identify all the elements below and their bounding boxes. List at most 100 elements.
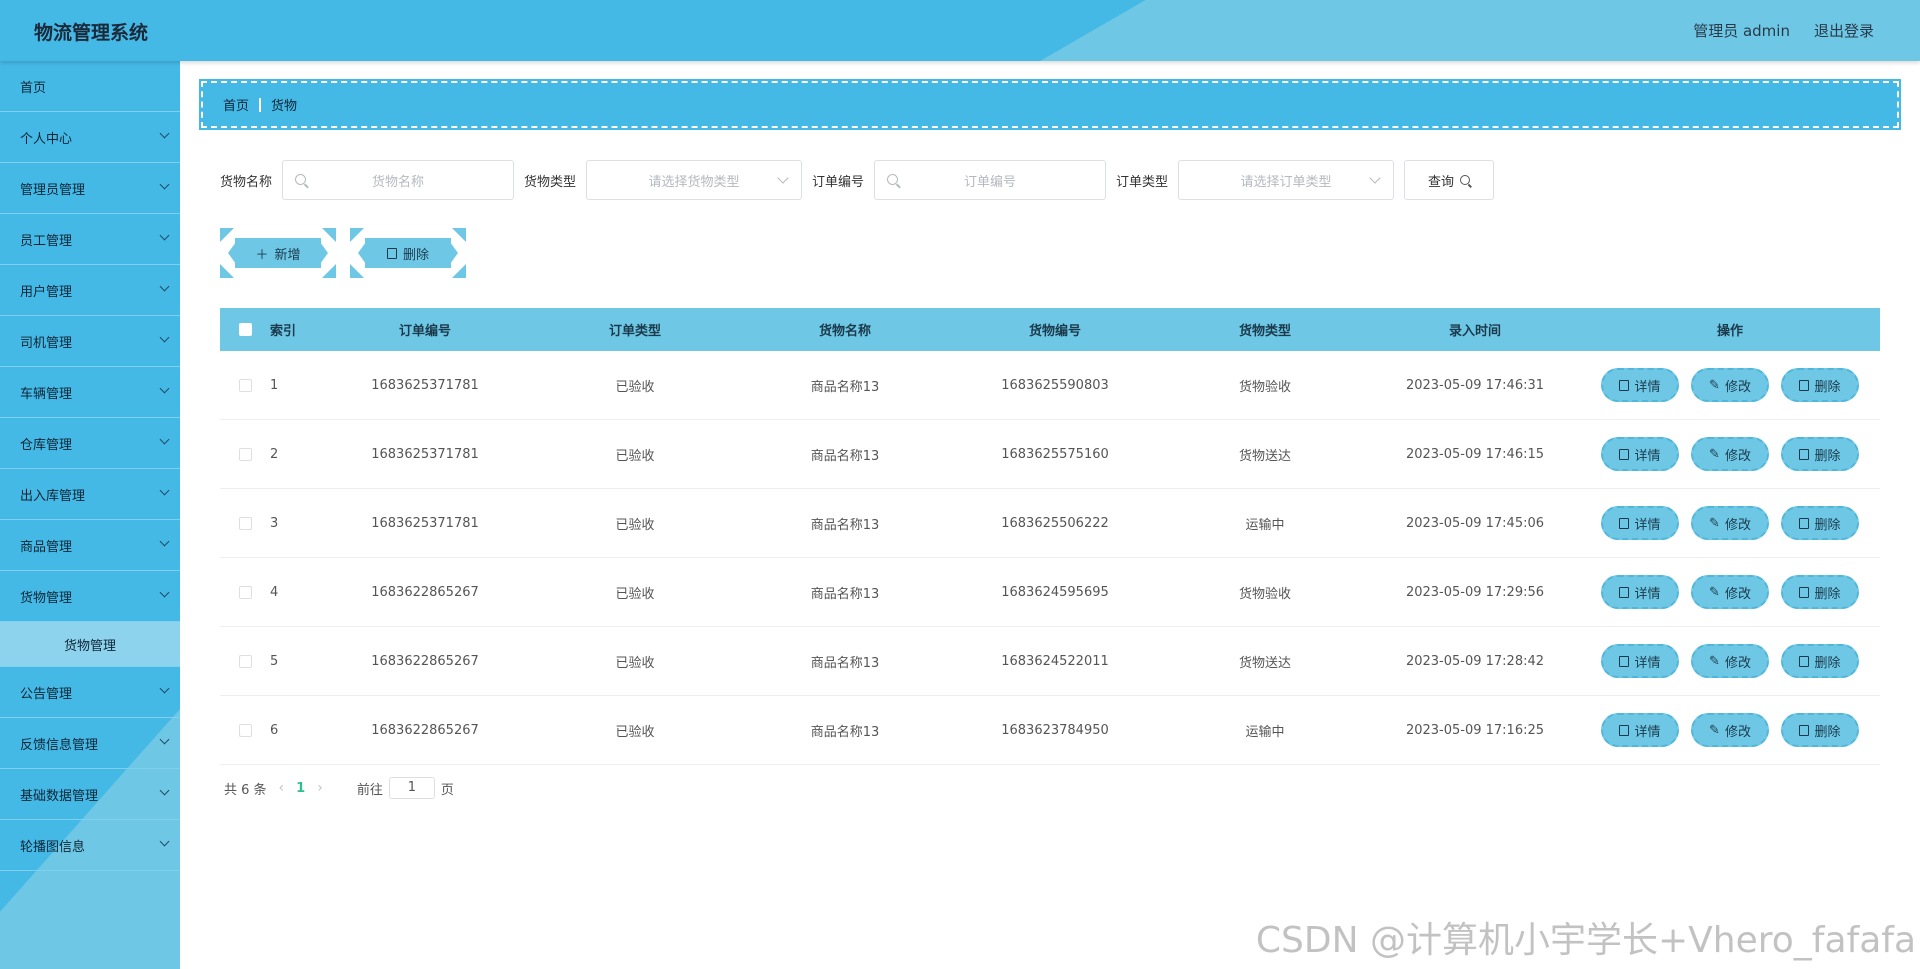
- detail-button[interactable]: 详情: [1601, 713, 1679, 747]
- document-icon: [1619, 724, 1630, 736]
- chevron-down-icon: [159, 128, 170, 139]
- edit-button-label: 修改: [1724, 655, 1751, 671]
- row-checkbox[interactable]: [238, 585, 252, 599]
- document-icon: [1619, 379, 1630, 391]
- breadcrumb-home[interactable]: 首页: [223, 95, 249, 114]
- delete-button[interactable]: 删除: [1781, 437, 1859, 471]
- document-icon: [1619, 517, 1630, 529]
- row-check-cell: [220, 585, 270, 599]
- chevron-down-icon: [159, 230, 170, 241]
- table-body: 1 1683625371781 已验收 商品名称13 1683625590803 货物验收…: [220, 351, 1880, 765]
- delete-button[interactable]: 删除: [1781, 644, 1859, 678]
- sidebar-item-driver-management[interactable]: 司机管理: [0, 316, 180, 367]
- sidebar-subitem-goods-management[interactable]: 货物管理: [0, 622, 180, 667]
- edit-button[interactable]: ✎ 修改: [1691, 575, 1769, 609]
- sidebar-item-basic-data-management[interactable]: 基础数据管理: [0, 769, 180, 820]
- row-checkbox[interactable]: [238, 516, 252, 530]
- trash-icon: [1799, 724, 1810, 736]
- chevron-down-icon: [159, 434, 170, 445]
- next-page-icon[interactable]: ›: [317, 780, 323, 796]
- chevron-down-icon: [1369, 172, 1381, 184]
- sidebar-item-user-management[interactable]: 用户管理: [0, 265, 180, 316]
- edit-button[interactable]: ✎ 修改: [1691, 644, 1769, 678]
- delete-button[interactable]: 删除: [1781, 506, 1859, 540]
- sidebar-item-carousel-info[interactable]: 轮播图信息: [0, 820, 180, 871]
- goto-page-input[interactable]: 1: [388, 777, 435, 799]
- detail-button-label: 详情: [1634, 379, 1661, 395]
- plus-icon: ＋: [255, 247, 269, 263]
- button-side-decoration: [358, 242, 366, 264]
- sidebar-item-inout-management[interactable]: 出入库管理: [0, 469, 180, 520]
- cell-order-type: 已验收: [615, 379, 655, 395]
- sidebar-item-personal-center[interactable]: 个人中心: [0, 112, 180, 163]
- cell-index: 6: [270, 722, 279, 738]
- table-row: 4 1683622865267 已验收 商品名称13 1683624595695 货物验收…: [220, 558, 1880, 627]
- trash-icon: [1799, 586, 1810, 598]
- select-all-checkbox[interactable]: [238, 323, 252, 336]
- edit-button[interactable]: ✎ 修改: [1691, 506, 1769, 540]
- logout-link[interactable]: 退出登录: [1814, 20, 1874, 41]
- search-icon: [295, 174, 307, 185]
- row-checkbox[interactable]: [238, 378, 252, 392]
- detail-button[interactable]: 详情: [1601, 368, 1679, 402]
- row-check-cell: [220, 378, 270, 392]
- delete-button[interactable]: 删除: [1781, 368, 1859, 402]
- admin-user-label[interactable]: 管理员 admin: [1693, 20, 1790, 41]
- sidebar-item-home[interactable]: 首页: [0, 61, 180, 112]
- cell-order-no: 1683622865267: [371, 722, 479, 738]
- row-checkbox[interactable]: [238, 447, 252, 461]
- add-button[interactable]: ＋ 新增: [220, 228, 336, 278]
- table-row: 2 1683625371781 已验收 商品名称13 1683625575160 货物送达…: [220, 420, 1880, 489]
- edit-button[interactable]: ✎ 修改: [1691, 368, 1769, 402]
- cell-operations: 详情 ✎ 修改 删除: [1580, 575, 1880, 609]
- goods-name-input[interactable]: 货物名称: [282, 160, 515, 200]
- cell-time: 2023-05-09 17:28:42: [1405, 653, 1545, 669]
- button-corner-decoration: [350, 228, 364, 242]
- delete-button-label: 删除: [1814, 655, 1841, 671]
- detail-button[interactable]: 详情: [1601, 644, 1679, 678]
- cell-goods-no: 1683624595695: [1001, 584, 1109, 600]
- delete-button[interactable]: 删除: [1781, 575, 1859, 609]
- page-number-current[interactable]: 1: [296, 781, 305, 796]
- sidebar-item-vehicle-management[interactable]: 车辆管理: [0, 367, 180, 418]
- cell-goods-name: 商品名称13: [810, 379, 880, 395]
- order-type-select[interactable]: 请选择订单类型: [1178, 160, 1395, 200]
- sidebar-item-label: 货物管理: [20, 590, 73, 606]
- row-check-cell: [220, 723, 270, 737]
- button-corner-decoration: [322, 264, 336, 278]
- sidebar-item-goods-management[interactable]: 货物管理: [0, 571, 180, 622]
- detail-button[interactable]: 详情: [1601, 437, 1679, 471]
- query-button[interactable]: 查询: [1404, 160, 1495, 200]
- cell-time: 2023-05-09 17:45:06: [1405, 515, 1545, 531]
- app-title: 物流管理系统: [34, 22, 149, 44]
- delete-button[interactable]: 删除: [1781, 713, 1859, 747]
- edit-button[interactable]: ✎ 修改: [1691, 437, 1769, 471]
- detail-button[interactable]: 详情: [1601, 506, 1679, 540]
- sidebar-item-admin-management[interactable]: 管理员管理: [0, 163, 180, 214]
- sidebar-item-product-management[interactable]: 商品管理: [0, 520, 180, 571]
- sidebar-item-feedback-management[interactable]: 反馈信息管理: [0, 718, 180, 769]
- sidebar-item-staff-management[interactable]: 员工管理: [0, 214, 180, 265]
- order-no-input[interactable]: 订单编号: [874, 160, 1107, 200]
- column-header-operations: 操作: [1716, 324, 1743, 339]
- sidebar-item-label: 公告管理: [20, 686, 73, 702]
- row-checkbox[interactable]: [238, 654, 252, 668]
- cell-order-no: 1683625371781: [371, 515, 479, 531]
- sidebar-item-notice-management[interactable]: 公告管理: [0, 667, 180, 718]
- trash-icon: [1799, 655, 1810, 667]
- top-header: 物流管理系统 管理员 admin 退出登录: [0, 0, 1920, 61]
- chevron-down-icon: [159, 683, 170, 694]
- cell-index: 4: [270, 584, 279, 600]
- row-checkbox[interactable]: [238, 723, 252, 737]
- detail-button[interactable]: 详情: [1601, 575, 1679, 609]
- button-corner-decoration: [322, 228, 336, 242]
- edit-button[interactable]: ✎ 修改: [1691, 713, 1769, 747]
- chevron-down-icon: [159, 785, 170, 796]
- goods-type-select[interactable]: 请选择货物类型: [586, 160, 803, 200]
- sidebar-item-warehouse-management[interactable]: 仓库管理: [0, 418, 180, 469]
- prev-page-icon[interactable]: ‹: [279, 780, 285, 796]
- sidebar-item-label: 员工管理: [20, 233, 73, 249]
- button-corner-decoration: [220, 228, 234, 242]
- batch-delete-button[interactable]: 删除: [350, 228, 466, 278]
- cell-goods-type: 货物送达: [1238, 655, 1291, 671]
